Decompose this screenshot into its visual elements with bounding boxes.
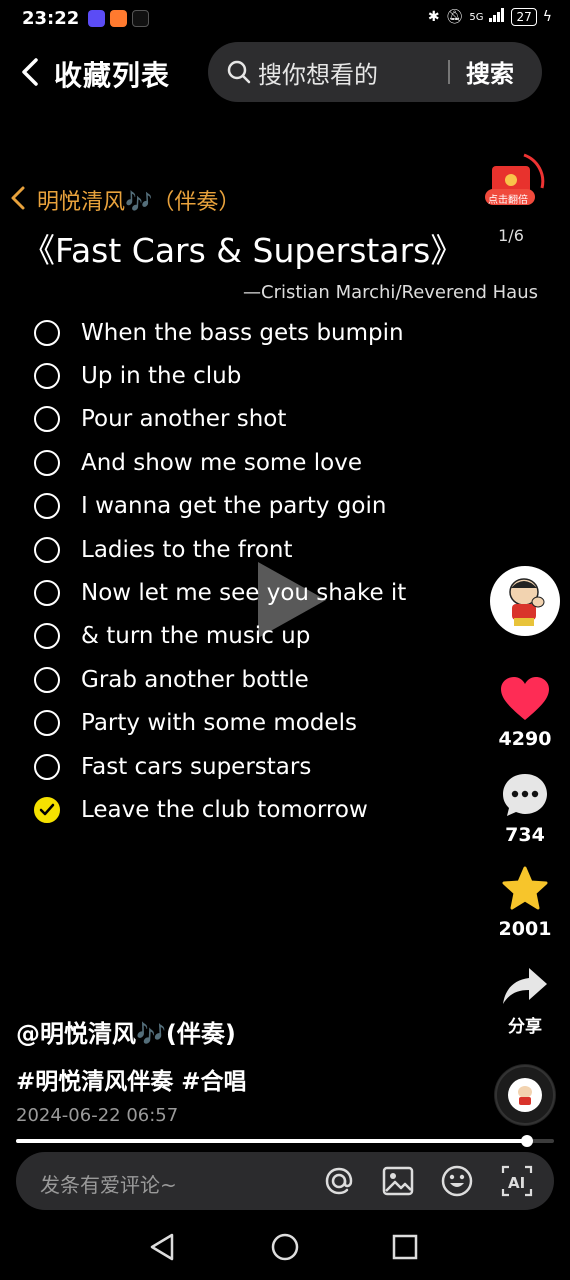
- lyric-item[interactable]: Fast cars superstars: [34, 745, 406, 788]
- lyric-item[interactable]: Ladies to the front: [34, 528, 406, 571]
- favorite-count: 2001: [498, 918, 552, 940]
- ai-assistant-icon[interactable]: AI: [500, 1164, 534, 1198]
- status-indicators: ✱ 🔕︎ 5G 27 ϟ: [428, 8, 552, 26]
- lyric-item[interactable]: Leave the club tomorrow: [34, 788, 406, 831]
- lyric-text: Ladies to the front: [81, 536, 293, 563]
- comment-bar[interactable]: 发条有爱评论~ AI: [16, 1152, 554, 1210]
- signal-icon: [489, 8, 505, 26]
- nav-home-icon[interactable]: [268, 1230, 302, 1264]
- nav-recents-icon[interactable]: [388, 1230, 422, 1264]
- lyric-item[interactable]: Pour another shot: [34, 398, 406, 441]
- lyric-item[interactable]: Grab another bottle: [34, 658, 406, 701]
- lyric-text: Up in the club: [81, 363, 242, 390]
- unchecked-circle-icon[interactable]: [34, 319, 60, 346]
- lyric-item[interactable]: Now let me see you shake it: [34, 571, 406, 614]
- unchecked-circle-icon[interactable]: [34, 623, 60, 650]
- comment-button[interactable]: 734: [490, 772, 560, 846]
- search-button[interactable]: 搜索: [466, 54, 514, 89]
- checked-circle-icon[interactable]: [34, 796, 60, 823]
- gift-label: 点击翻倍: [488, 195, 528, 206]
- lyric-item[interactable]: When the bass gets bumpin: [34, 311, 406, 354]
- progress-fill: [16, 1139, 528, 1143]
- like-button[interactable]: 4290: [490, 676, 560, 750]
- unchecked-circle-icon[interactable]: [34, 536, 60, 563]
- chevron-left-icon: [22, 58, 38, 86]
- creator-avatar[interactable]: [490, 566, 560, 636]
- video-progress-bar[interactable]: [16, 1135, 554, 1147]
- lyric-text: Now let me see you shake it: [81, 580, 407, 607]
- svg-text:AI: AI: [508, 1174, 525, 1192]
- bluetooth-icon: ✱: [427, 9, 440, 25]
- lyric-text: Grab another bottle: [81, 666, 309, 693]
- music-disc-icon: [495, 1065, 555, 1125]
- play-icon: [258, 562, 326, 638]
- unchecked-circle-icon[interactable]: [34, 666, 60, 693]
- lyric-text: And show me some love: [81, 449, 362, 476]
- lyrics-checklist: When the bass gets bumpin Up in the club P…: [34, 311, 406, 832]
- user-handle[interactable]: @明悦清风🎶(伴奏): [16, 1014, 236, 1049]
- comment-input[interactable]: 发条有爱评论~: [40, 1169, 177, 1198]
- search-icon: [227, 60, 251, 84]
- progress-knob[interactable]: [521, 1135, 534, 1147]
- tiktok-notification-icon: [132, 10, 149, 27]
- page-title: 收藏列表: [54, 59, 171, 92]
- battery-indicator: 27: [511, 8, 537, 26]
- lyric-text: Leave the club tomorrow: [81, 796, 368, 823]
- lyric-item[interactable]: And show me some love: [34, 441, 406, 484]
- unchecked-circle-icon[interactable]: [34, 493, 60, 520]
- unchecked-circle-icon[interactable]: [34, 580, 60, 607]
- share-button[interactable]: 分享: [490, 966, 560, 1037]
- status-bar: 23:22 ✱ 🔕︎ 5G 27 ϟ: [0, 0, 570, 40]
- app-notification-icon: [88, 10, 105, 27]
- back-button[interactable]: [16, 52, 46, 92]
- unchecked-circle-icon[interactable]: [34, 449, 60, 476]
- unchecked-circle-icon[interactable]: [34, 406, 60, 433]
- app-notification-icon: [110, 10, 127, 27]
- song-title: 《Fast Cars & Superstars》: [22, 231, 464, 270]
- share-label: 分享: [508, 1017, 542, 1037]
- lyric-item[interactable]: I wanna get the party goin: [34, 485, 406, 528]
- lyric-item[interactable]: Party with some models: [34, 702, 406, 745]
- cartoon-avatar-icon: [509, 578, 545, 626]
- chevron-left-icon[interactable]: [8, 183, 28, 213]
- lyric-text: I wanna get the party goin: [81, 493, 387, 520]
- lyric-text: Party with some models: [81, 710, 357, 737]
- image-icon[interactable]: [381, 1164, 415, 1198]
- network-label: 5G: [469, 11, 484, 23]
- status-time: 23:22: [22, 8, 80, 29]
- comment-icon: [503, 774, 547, 816]
- lyric-text: Fast cars superstars: [81, 753, 312, 780]
- emoji-icon[interactable]: [440, 1164, 474, 1198]
- gift-red-packet[interactable]: 点击翻倍: [484, 152, 546, 214]
- mention-icon[interactable]: [322, 1164, 356, 1198]
- search-divider: [448, 60, 450, 84]
- comment-count: 734: [505, 824, 545, 846]
- charging-icon: ϟ: [542, 9, 552, 25]
- post-author-line: 明悦清风🎶（伴奏）: [37, 190, 241, 215]
- post-date: 2024-06-22 06:57: [16, 1105, 179, 1126]
- nav-back-icon[interactable]: [146, 1230, 180, 1264]
- image-counter: 1/6: [498, 226, 524, 245]
- play-button[interactable]: [252, 560, 332, 640]
- search-box[interactable]: 搜你想看的 搜索: [208, 42, 542, 102]
- music-disc[interactable]: [494, 1064, 556, 1126]
- lyric-item[interactable]: Up in the club: [34, 354, 406, 397]
- unchecked-circle-icon[interactable]: [34, 710, 60, 737]
- song-artist: —Cristian Marchi/Reverend Haus: [243, 282, 538, 303]
- mute-icon: 🔕︎: [445, 9, 464, 25]
- favorite-button[interactable]: 2001: [490, 866, 560, 940]
- unchecked-circle-icon[interactable]: [34, 363, 60, 390]
- like-count: 4290: [498, 728, 552, 750]
- star-icon: [502, 866, 548, 910]
- share-arrow-icon: [503, 968, 547, 1004]
- lyric-text: When the bass gets bumpin: [81, 319, 404, 346]
- heart-icon: [501, 677, 549, 720]
- lyric-text: Pour another shot: [81, 406, 287, 433]
- unchecked-circle-icon[interactable]: [34, 753, 60, 780]
- search-input[interactable]: 搜你想看的: [258, 55, 378, 90]
- lyric-item[interactable]: & turn the music up: [34, 615, 406, 658]
- hashtags[interactable]: #明悦清风伴奏 #合唱: [16, 1062, 247, 1096]
